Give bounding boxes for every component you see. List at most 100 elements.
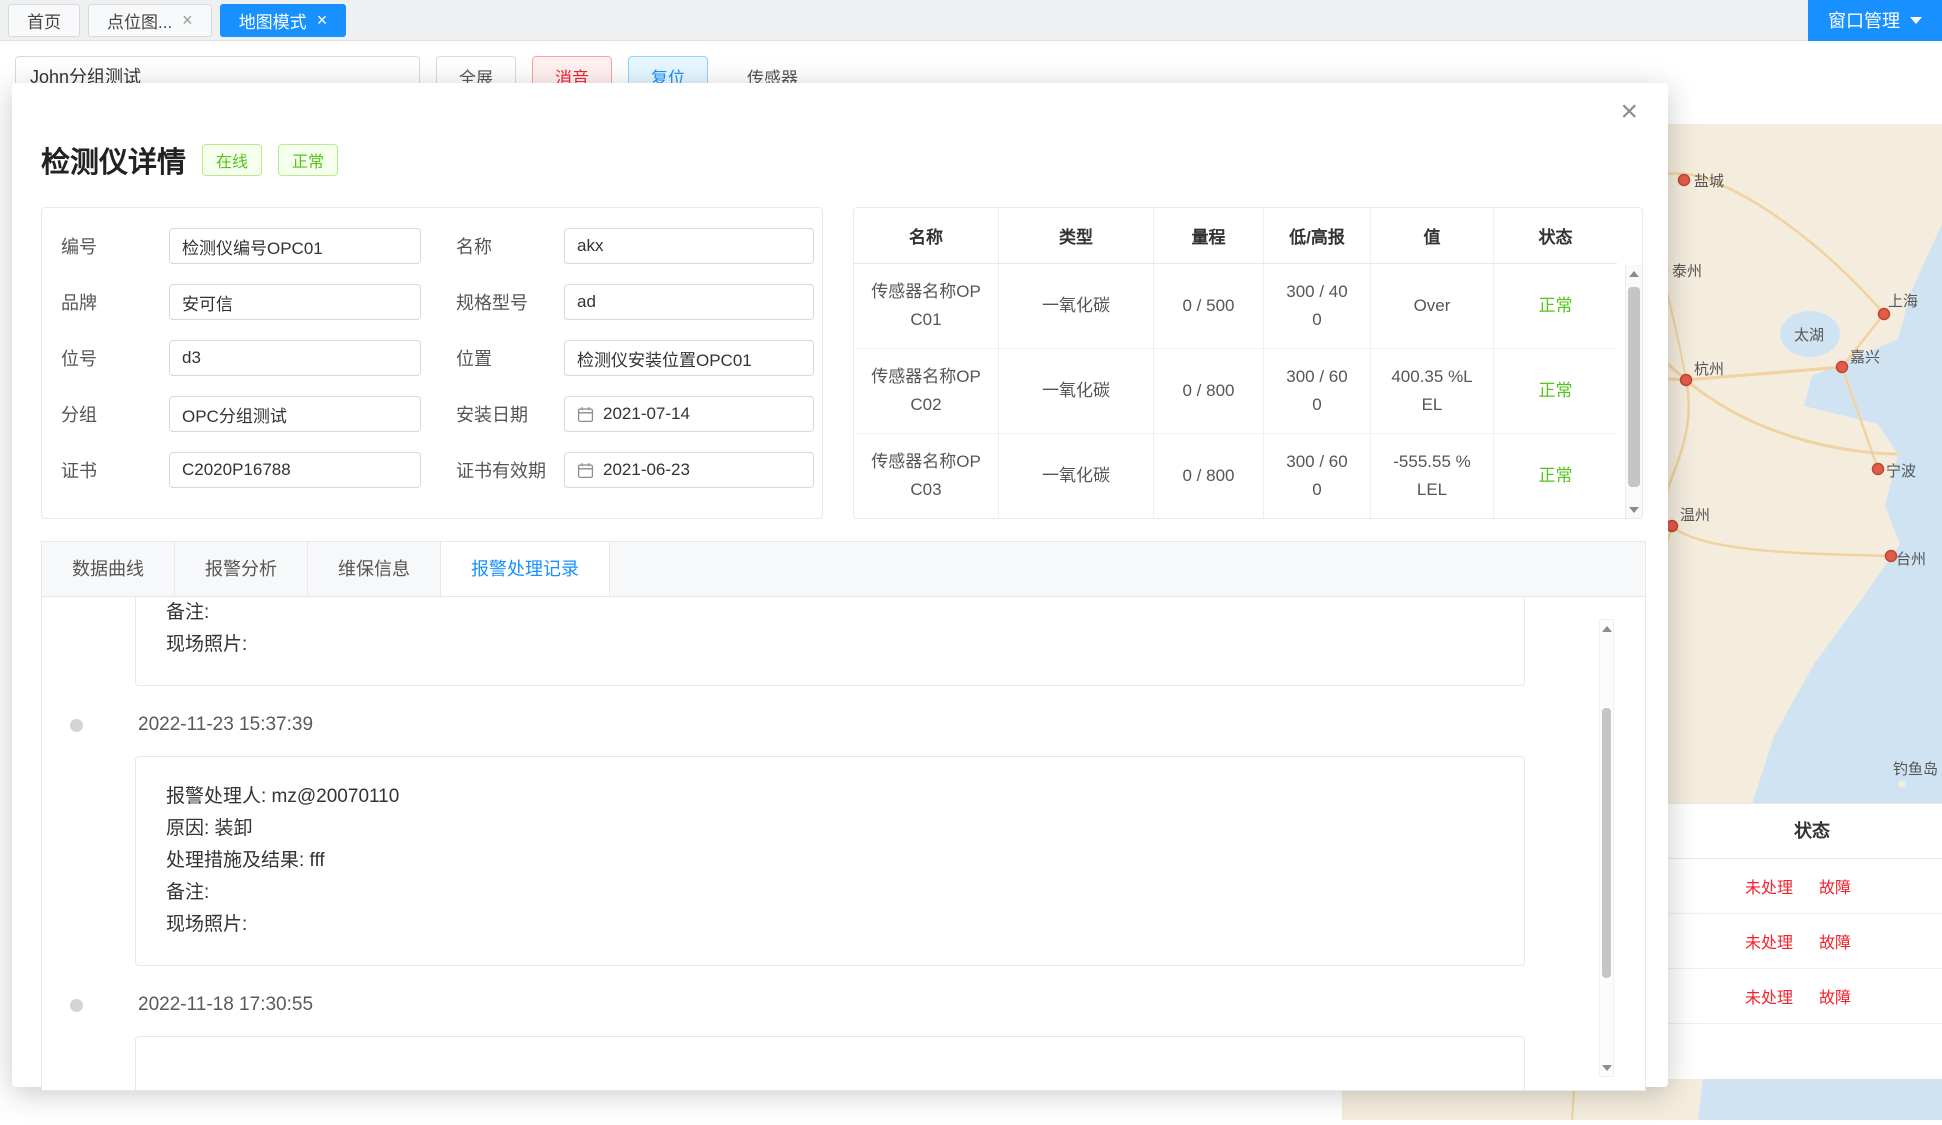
fault-badge[interactable]: 故障 bbox=[1819, 874, 1851, 898]
sensor-alarm: 300 / 400 bbox=[1264, 264, 1371, 349]
map-label: 上海 bbox=[1888, 293, 1918, 310]
sensor-table-scrollbar[interactable] bbox=[1625, 265, 1642, 518]
tab-map-mode[interactable]: 地图模式 × bbox=[220, 4, 347, 37]
col-header-alarm: 低/高报 bbox=[1264, 208, 1371, 264]
map-label: 泰州 bbox=[1672, 263, 1702, 280]
unhandled-link[interactable]: 未处理 bbox=[1745, 874, 1793, 898]
alarm-records-panel: 备注: 现场照片: 2022-11-23 15:37:39 报警处理人: mz@… bbox=[41, 597, 1646, 1091]
fault-badge[interactable]: 故障 bbox=[1819, 984, 1851, 1008]
sensor-range: 0 / 500 bbox=[1154, 264, 1264, 349]
sensor-status: 正常 bbox=[1494, 264, 1617, 349]
field-label-tag: 位号 bbox=[61, 345, 169, 371]
field-label-cert-expiry: 证书有效期 bbox=[456, 457, 564, 483]
cert-expiry-picker[interactable]: 2021-06-23 bbox=[564, 452, 814, 488]
record-remark: 备注: bbox=[166, 597, 1494, 629]
sensor-value: Over bbox=[1371, 264, 1494, 349]
close-icon[interactable]: × bbox=[182, 11, 193, 29]
table-row[interactable]: 传感器名称OPC03 一氧化碳 0 / 800 300 / 600 -555.5… bbox=[854, 434, 1642, 519]
col-header-range: 量程 bbox=[1154, 208, 1264, 264]
sensor-type: 一氧化碳 bbox=[999, 264, 1154, 349]
close-icon[interactable]: × bbox=[317, 11, 328, 29]
alarm-record-card bbox=[135, 1036, 1525, 1091]
map-label: 温州 bbox=[1680, 507, 1710, 524]
number-input[interactable]: 检测仪编号OPC01 bbox=[169, 228, 421, 264]
field-label-name: 名称 bbox=[456, 233, 564, 259]
map-diaoyu-islet bbox=[1899, 781, 1906, 788]
tab-alarm-records[interactable]: 报警处理记录 bbox=[441, 542, 610, 596]
col-header-type: 类型 bbox=[999, 208, 1154, 264]
name-input[interactable]: akx bbox=[564, 228, 814, 264]
record-reason: 原因: 装卸 bbox=[166, 813, 1494, 845]
map-marker[interactable] bbox=[1679, 175, 1690, 186]
timeline-dot-icon bbox=[70, 999, 83, 1012]
tab-point-map[interactable]: 点位图... × bbox=[88, 4, 212, 37]
detail-tabs: 数据曲线 报警分析 维保信息 报警处理记录 bbox=[41, 541, 1646, 597]
calendar-icon bbox=[577, 462, 594, 479]
tab-home-label: 首页 bbox=[27, 8, 61, 33]
map-marker[interactable] bbox=[1667, 521, 1678, 532]
record-photos: 现场照片: bbox=[166, 629, 1494, 661]
scrollbar-thumb[interactable] bbox=[1628, 287, 1640, 487]
sensor-value: 400.35 %LEL bbox=[1371, 349, 1494, 434]
scrollbar-thumb[interactable] bbox=[1602, 708, 1611, 978]
number-value: 检测仪编号OPC01 bbox=[182, 234, 323, 259]
certificate-input[interactable]: C2020P16788 bbox=[169, 452, 421, 488]
map-marker[interactable] bbox=[1681, 375, 1692, 386]
calendar-icon bbox=[577, 406, 594, 423]
group-input[interactable]: OPC分组测试 bbox=[169, 396, 421, 432]
record-timestamp: 2022-11-23 15:37:39 bbox=[138, 714, 313, 736]
timeline-entry: 2022-11-23 15:37:39 bbox=[70, 714, 1645, 736]
tab-home[interactable]: 首页 bbox=[8, 4, 80, 37]
sensor-type: 一氧化碳 bbox=[999, 434, 1154, 519]
map-label: 太湖 bbox=[1794, 327, 1824, 344]
chevron-down-icon bbox=[1910, 17, 1922, 24]
sensor-range: 0 / 800 bbox=[1154, 434, 1264, 519]
brand-input[interactable]: 安可信 bbox=[169, 284, 421, 320]
scroll-down-icon[interactable] bbox=[1600, 1059, 1613, 1076]
col-header-name: 名称 bbox=[854, 208, 999, 264]
unhandled-link[interactable]: 未处理 bbox=[1745, 984, 1793, 1008]
sensor-name: 传感器名称OPC01 bbox=[854, 264, 999, 349]
col-header-status: 状态 bbox=[1494, 208, 1617, 264]
tab-maintenance-info[interactable]: 维保信息 bbox=[308, 542, 441, 596]
sensor-name: 传感器名称OPC03 bbox=[854, 434, 999, 519]
tab-alarm-analysis[interactable]: 报警分析 bbox=[175, 542, 308, 596]
location-value: 检测仪安装位置OPC01 bbox=[577, 346, 752, 371]
sensor-value: -555.55 %LEL bbox=[1371, 434, 1494, 519]
sensor-name: 传感器名称OPC02 bbox=[854, 349, 999, 434]
tag-input[interactable]: d3 bbox=[169, 340, 421, 376]
map-marker[interactable] bbox=[1886, 551, 1897, 562]
detector-info-form: 编号 检测仪编号OPC01 名称 akx 品牌 安可信 规格型号 ad bbox=[41, 207, 823, 519]
table-row[interactable]: 传感器名称OPC01 一氧化碳 0 / 500 300 / 400 Over 正… bbox=[854, 264, 1642, 349]
sensor-alarm: 300 / 600 bbox=[1264, 349, 1371, 434]
detail-section: 编号 检测仪编号OPC01 名称 akx 品牌 安可信 规格型号 ad bbox=[41, 207, 1643, 519]
map-label: 盐城 bbox=[1694, 173, 1724, 190]
map-marker[interactable] bbox=[1837, 362, 1848, 373]
table-row[interactable]: 传感器名称OPC02 一氧化碳 0 / 800 300 / 600 400.35… bbox=[854, 349, 1642, 434]
close-icon[interactable]: × bbox=[1620, 97, 1638, 127]
tab-data-curve[interactable]: 数据曲线 bbox=[42, 542, 175, 596]
location-input[interactable]: 检测仪安装位置OPC01 bbox=[564, 340, 814, 376]
field-label-model: 规格型号 bbox=[456, 289, 564, 315]
scroll-up-icon[interactable] bbox=[1600, 620, 1613, 637]
sensor-status: 正常 bbox=[1494, 434, 1617, 519]
records-scrollbar[interactable] bbox=[1599, 619, 1614, 1077]
map-marker[interactable] bbox=[1873, 464, 1884, 475]
map-marker[interactable] bbox=[1879, 309, 1890, 320]
model-value: ad bbox=[577, 292, 596, 312]
record-photos: 现场照片: bbox=[166, 909, 1494, 941]
tab-map-mode-label: 地图模式 bbox=[239, 8, 307, 33]
sensor-table: 名称 类型 量程 低/高报 值 状态 传感器名称OPC01 一氧化碳 0 / 5… bbox=[853, 207, 1643, 519]
sensor-type: 一氧化碳 bbox=[999, 349, 1154, 434]
map-label: 杭州 bbox=[1694, 361, 1724, 378]
install-date-value: 2021-07-14 bbox=[603, 404, 690, 424]
fault-badge[interactable]: 故障 bbox=[1819, 929, 1851, 953]
scroll-up-icon[interactable] bbox=[1626, 265, 1642, 282]
install-date-picker[interactable]: 2021-07-14 bbox=[564, 396, 814, 432]
scroll-down-icon[interactable] bbox=[1626, 501, 1642, 518]
window-manage-button[interactable]: 窗口管理 bbox=[1808, 0, 1942, 41]
status-column-header: 状态 bbox=[1777, 804, 1847, 859]
model-input[interactable]: ad bbox=[564, 284, 814, 320]
unhandled-link[interactable]: 未处理 bbox=[1745, 929, 1793, 953]
page-title: 检测仪详情 bbox=[41, 139, 186, 181]
